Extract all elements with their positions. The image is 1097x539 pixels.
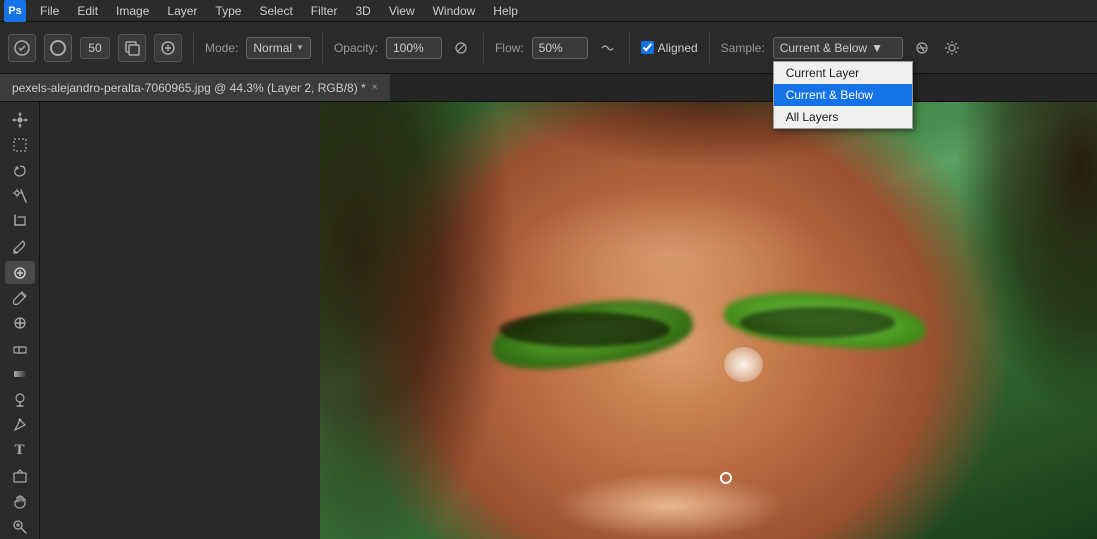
- mode-value: Normal: [253, 41, 292, 55]
- tab-filename: pexels-alejandro-peralta-7060965.jpg @ 4…: [12, 81, 366, 95]
- separator-4: [629, 33, 630, 63]
- menu-filter[interactable]: Filter: [303, 2, 346, 20]
- opacity-icon[interactable]: [450, 37, 472, 59]
- menu-window[interactable]: Window: [425, 2, 484, 20]
- separator-3: [483, 33, 484, 63]
- settings-icon[interactable]: [941, 37, 963, 59]
- tool-wand[interactable]: [5, 184, 35, 207]
- tool-heal[interactable]: [5, 261, 35, 284]
- tabbar: pexels-alejandro-peralta-7060965.jpg @ 4…: [0, 74, 1097, 102]
- tool-lasso[interactable]: [5, 159, 35, 182]
- tool-move[interactable]: [5, 108, 35, 131]
- menu-layer[interactable]: Layer: [159, 2, 205, 20]
- document-tab[interactable]: pexels-alejandro-peralta-7060965.jpg @ 4…: [0, 74, 391, 101]
- mode-label: Mode:: [205, 41, 238, 55]
- menu-file[interactable]: File: [32, 2, 67, 20]
- main-area: T: [0, 102, 1097, 539]
- menu-3d[interactable]: 3D: [347, 2, 378, 20]
- sample-dropdown-wrapper: Current & Below ▼ Current Layer Current …: [773, 37, 903, 59]
- canvas-area[interactable]: [40, 102, 1097, 539]
- canvas-dark-bg: [40, 102, 320, 539]
- sample-dropdown[interactable]: Current & Below ▼: [773, 37, 903, 59]
- aligned-checkbox[interactable]: [641, 41, 654, 54]
- menu-items: File Edit Image Layer Type Select Filter…: [32, 2, 526, 20]
- menu-image[interactable]: Image: [108, 2, 157, 20]
- photo-face-highlight: [514, 189, 825, 320]
- tool-clone[interactable]: [5, 312, 35, 335]
- opacity-input[interactable]: 100%: [386, 37, 442, 59]
- photo-canvas: [320, 102, 1097, 539]
- tool-marquee[interactable]: [5, 133, 35, 156]
- separator-5: [709, 33, 710, 63]
- separator-2: [322, 33, 323, 63]
- photo-chin-highlight: [553, 473, 786, 539]
- sample-option-all-layers[interactable]: All Layers: [774, 106, 912, 128]
- tool-brush[interactable]: [5, 286, 35, 309]
- brush-preset-picker[interactable]: [44, 34, 72, 62]
- text-tool-icon: T: [14, 442, 24, 459]
- brush-circle-icon: [50, 40, 66, 56]
- menu-edit[interactable]: Edit: [69, 2, 106, 20]
- menu-help[interactable]: Help: [485, 2, 526, 20]
- sample-option-current-layer[interactable]: Current Layer: [774, 62, 912, 84]
- menu-select[interactable]: Select: [251, 2, 300, 20]
- tool-text[interactable]: T: [5, 439, 35, 462]
- opacity-label: Opacity:: [334, 41, 378, 55]
- airbrush-icon[interactable]: [596, 37, 618, 59]
- separator-1: [193, 33, 194, 63]
- photo-tear: [724, 347, 763, 382]
- left-toolbar: T: [0, 102, 40, 539]
- tool-hand[interactable]: [5, 490, 35, 513]
- mode-dropdown-arrow: ▼: [296, 43, 304, 52]
- aligned-label-text: Aligned: [658, 41, 698, 55]
- tool-pen[interactable]: [5, 414, 35, 437]
- aligned-checkbox-label[interactable]: Aligned: [641, 41, 698, 55]
- tool-eraser[interactable]: [5, 337, 35, 360]
- sample-menu: Current Layer Current & Below All Layers: [773, 61, 913, 129]
- sample-label: Sample:: [721, 41, 765, 55]
- mode-dropdown[interactable]: Normal ▼: [246, 37, 311, 59]
- tool-gradient[interactable]: [5, 363, 35, 386]
- tool-zoom[interactable]: [5, 516, 35, 539]
- sample-dropdown-value: Current & Below: [780, 41, 867, 55]
- ps-logo: Ps: [4, 0, 26, 22]
- options-toolbar: 50 Mode: Normal ▼ Opacity: 100% Flow: 50…: [0, 22, 1097, 74]
- clone-source-button[interactable]: [118, 34, 146, 62]
- healing-options-button[interactable]: [154, 34, 182, 62]
- menu-view[interactable]: View: [381, 2, 423, 20]
- tool-preset-button[interactable]: [8, 34, 36, 62]
- brush-size-value[interactable]: 50: [80, 37, 110, 59]
- menubar: Ps File Edit Image Layer Type Select Fil…: [0, 0, 1097, 22]
- tool-eyedropper[interactable]: [5, 235, 35, 258]
- sample-dropdown-arrow: ▼: [871, 41, 883, 55]
- tool-dodge[interactable]: [5, 388, 35, 411]
- menu-type[interactable]: Type: [207, 2, 249, 20]
- ignore-adjust-icon[interactable]: [911, 37, 933, 59]
- tool-shape[interactable]: [5, 465, 35, 488]
- sample-option-current-below[interactable]: Current & Below: [774, 84, 912, 106]
- flow-input[interactable]: 50%: [532, 37, 588, 59]
- flow-label: Flow:: [495, 41, 524, 55]
- tab-close-button[interactable]: ×: [372, 82, 378, 93]
- tool-crop[interactable]: [5, 210, 35, 233]
